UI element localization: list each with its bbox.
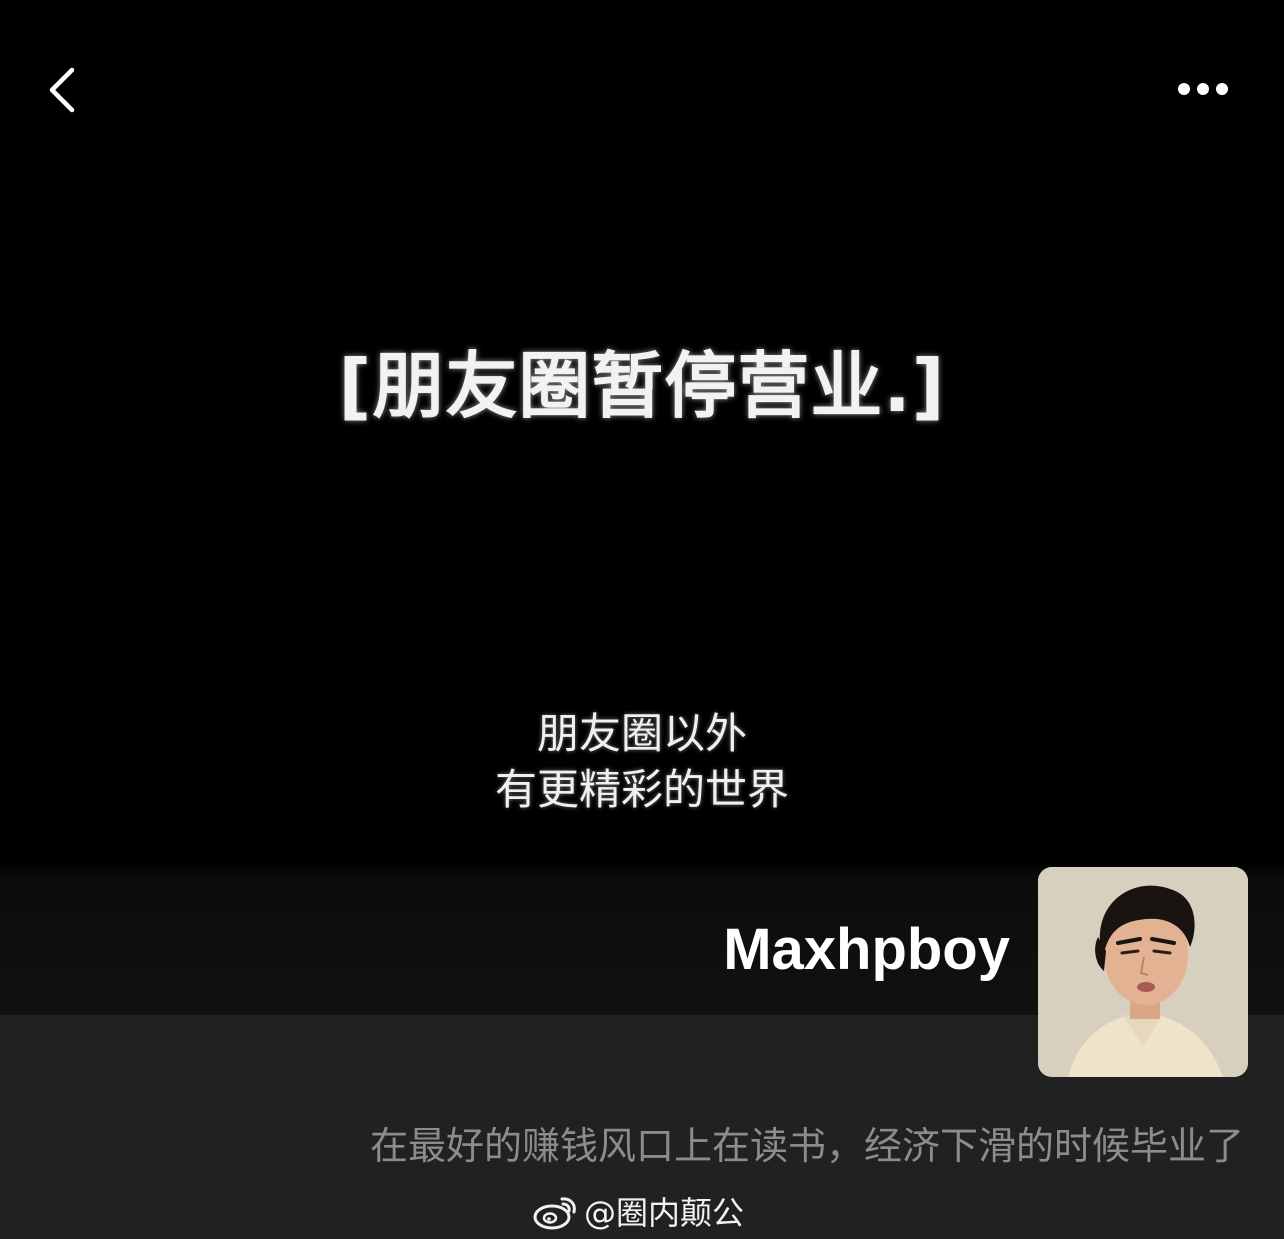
moments-profile-page: [朋友圈暂停营业.] 朋友圈以外 有更精彩的世界 Maxhpboy 在最好的赚钱…	[0, 0, 1284, 1239]
weibo-watermark: @圈内颠公	[532, 1186, 744, 1236]
more-dot-icon	[1178, 83, 1190, 95]
cover-subtext: 朋友圈以外 有更精彩的世界	[0, 706, 1284, 818]
weibo-logo-icon	[533, 1197, 576, 1230]
chevron-left-icon	[49, 67, 75, 113]
more-dot-icon	[1216, 83, 1228, 95]
cover-headline: [朋友圈暂停营业.]	[338, 344, 946, 428]
cover-subtext-line: 有更精彩的世界	[494, 765, 789, 814]
back-button[interactable]	[40, 62, 88, 118]
profile-signature: 在最好的赚钱风口上在读书，经济下滑的时候毕业了	[369, 1124, 1244, 1168]
avatar-image	[1038, 867, 1248, 1077]
more-options-button[interactable]	[1168, 70, 1238, 110]
cover-image: [朋友圈暂停营业.] 朋友圈以外 有更精彩的世界	[0, 0, 1284, 1015]
watermark-text: @圈内颠公	[584, 1194, 745, 1232]
cover-subtext-line: 朋友圈以外	[536, 709, 747, 758]
avatar[interactable]	[1038, 867, 1248, 1077]
more-dot-icon	[1197, 83, 1209, 95]
username[interactable]: Maxhpboy	[723, 914, 1010, 986]
